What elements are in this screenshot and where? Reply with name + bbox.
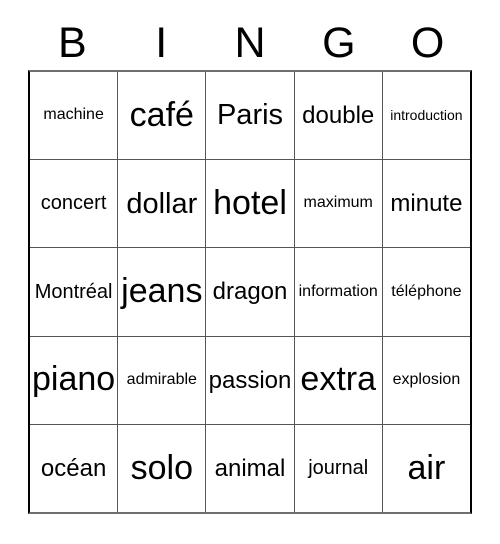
bingo-cell-label: air <box>407 448 446 487</box>
bingo-cell-label: information <box>298 282 378 300</box>
bingo-cell-label: solo <box>130 448 193 487</box>
bingo-cell-label: jeans <box>121 272 203 311</box>
bingo-cell-label: maximum <box>303 194 373 212</box>
bingo-cell-label: Montréal <box>34 280 113 303</box>
bingo-cell[interactable]: journal <box>295 424 383 513</box>
bingo-cell-label: dollar <box>126 187 198 220</box>
bingo-cell-label: Paris <box>216 99 284 132</box>
bingo-header-letter-b: B <box>58 18 87 67</box>
bingo-row: piano admirable passion extra explosion <box>30 336 470 425</box>
bingo-cell-label: dragon <box>212 278 288 306</box>
bingo-cell[interactable]: jeans <box>118 248 207 336</box>
bingo-row: machine café Paris double introduction <box>30 72 470 161</box>
bingo-cell[interactable]: téléphone <box>383 248 470 335</box>
bingo-header-letter-i: I <box>155 18 168 67</box>
bingo-cell[interactable]: machine <box>30 72 119 160</box>
bingo-cell[interactable]: minute <box>383 160 470 247</box>
bingo-cell-label: animal <box>214 454 286 482</box>
bingo-cell[interactable]: double <box>295 72 383 160</box>
bingo-cell-label: océan <box>40 454 107 482</box>
bingo-cell-label: journal <box>308 456 369 479</box>
bingo-cell[interactable]: information <box>295 248 383 336</box>
bingo-cell[interactable]: concert <box>30 160 119 248</box>
bingo-cell[interactable]: maximum <box>295 160 383 248</box>
bingo-cell-label: concert <box>40 192 107 215</box>
bingo-cell[interactable]: dragon <box>206 248 295 336</box>
bingo-cell[interactable]: café <box>118 72 207 160</box>
bingo-cell[interactable]: passion <box>206 336 295 424</box>
bingo-cell-label: passion <box>208 366 292 394</box>
bingo-cell[interactable]: air <box>383 425 470 512</box>
bingo-row: Montréal jeans dragon information téléph… <box>30 248 470 337</box>
bingo-cell[interactable]: Montréal <box>30 248 119 336</box>
bingo-cell-label: extra <box>300 360 376 399</box>
bingo-cell-label: explosion <box>392 370 461 388</box>
bingo-cell-label: minute <box>390 190 463 218</box>
bingo-cell-label: admirable <box>126 370 197 388</box>
bingo-cell[interactable]: explosion <box>383 337 470 424</box>
bingo-cell[interactable]: animal <box>206 424 295 513</box>
bingo-cell[interactable]: hotel <box>206 160 295 248</box>
bingo-cell-label: café <box>129 95 194 134</box>
bingo-cell[interactable]: piano <box>30 336 119 424</box>
bingo-header-row: B I N G O <box>28 16 472 70</box>
bingo-row: concert dollar hotel maximum minute <box>30 160 470 249</box>
bingo-header-letter-g: G <box>322 18 356 67</box>
bingo-grid: machine café Paris double introduction c… <box>28 70 472 514</box>
bingo-cell[interactable]: dollar <box>118 160 207 248</box>
bingo-cell[interactable]: océan <box>30 424 119 513</box>
bingo-cell-label: hotel <box>213 183 287 222</box>
bingo-header-letter-n: N <box>234 18 266 67</box>
bingo-cell-label: téléphone <box>391 282 462 300</box>
bingo-cell-label: double <box>302 102 375 129</box>
bingo-cell[interactable]: Paris <box>206 72 295 160</box>
bingo-cell-label: machine <box>43 106 104 124</box>
bingo-cell[interactable]: admirable <box>118 336 207 424</box>
bingo-cell[interactable]: extra <box>295 336 383 424</box>
bingo-row: océan solo animal journal air <box>30 424 470 513</box>
bingo-cell[interactable]: introduction <box>383 72 470 159</box>
bingo-cell-label: piano <box>32 360 116 399</box>
bingo-card: B I N G O machine café Paris double intr… <box>0 0 500 544</box>
bingo-header-letter-o: O <box>410 18 445 67</box>
bingo-cell[interactable]: solo <box>118 424 207 513</box>
bingo-cell-label: introduction <box>390 107 463 124</box>
